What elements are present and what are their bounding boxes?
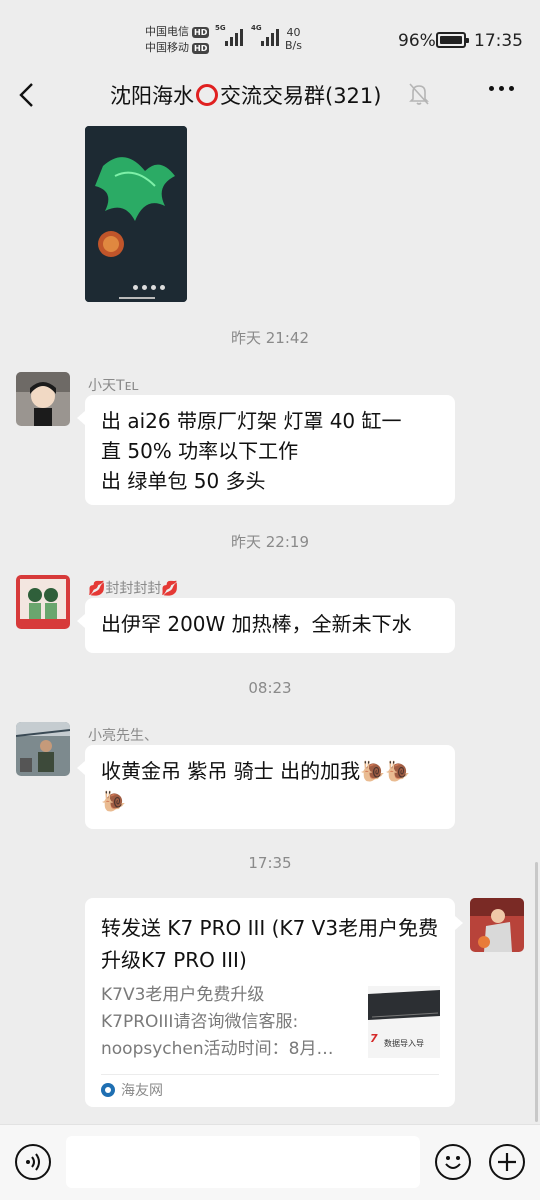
sender-name: 小亮先生、 (88, 728, 158, 744)
timestamp: 昨天 21:42 (231, 329, 309, 347)
red-circle-icon (196, 84, 218, 106)
network-speed: 40 B/s (285, 26, 302, 52)
battery-icon (436, 32, 469, 48)
carrier-2: 中国移动 (145, 41, 189, 54)
signal-4g-icon: 4G (251, 24, 279, 46)
card-title: 转发送 K7 PRO III (K7 V3老用户免费升级K7 PRO III) (101, 916, 439, 972)
message-input[interactable] (66, 1136, 420, 1188)
card-thumbnail: 7 数据导入导 (368, 986, 440, 1058)
back-arrow-icon[interactable] (16, 82, 40, 108)
voice-input-icon[interactable] (15, 1144, 51, 1180)
message-bubble[interactable]: 收黄金吊 紫吊 骑士 出的加我🐌🐌 🐌 (77, 745, 455, 829)
carrier-list: 中国电信 HD 中国移动 HD (145, 24, 210, 56)
card-thumbnail-brand: 7 (370, 1032, 378, 1045)
source-logo-icon (101, 1083, 115, 1097)
timestamp: 17:35 (248, 854, 292, 872)
divider (101, 1074, 439, 1075)
status-clock: 17:35 (474, 31, 523, 51)
chat-title: 沈阳海水 交流交易群(321) (110, 84, 382, 108)
card-description: K7V3老用户免费升级 K7PROIII请咨询微信客服: noopsychen活… (101, 985, 334, 1059)
sender-name: 💋封封封封💋 (88, 581, 179, 597)
video-message-thumbnail[interactable] (85, 126, 187, 302)
avatar[interactable] (16, 722, 70, 776)
bell-muted-icon (408, 82, 430, 106)
avatar[interactable] (16, 372, 70, 426)
avatar[interactable] (16, 575, 70, 629)
card-thumbnail-text: 数据导入导 (384, 1039, 424, 1048)
shared-link-card[interactable]: 转发送 K7 PRO III (K7 V3老用户免费升级K7 PRO III) … (85, 898, 463, 1107)
my-avatar[interactable] (470, 898, 524, 952)
card-source: 海友网 (101, 1080, 163, 1100)
chat-header: 沈阳海水 交流交易群(321) (0, 70, 540, 120)
scrollbar[interactable] (535, 862, 538, 1122)
timestamp: 08:23 (248, 679, 292, 697)
input-bar (0, 1124, 540, 1200)
battery-percentage: 96% (398, 31, 436, 51)
sender-name: 小天Tᴇʟ (88, 378, 139, 394)
more-options-icon[interactable] (489, 86, 514, 91)
status-bar: 中国电信 HD 中国移动 HD 5G 4G 40 B/s 96% 17:35 (0, 0, 540, 78)
carrier-1: 中国电信 (145, 25, 189, 38)
emoji-icon[interactable] (435, 1144, 471, 1180)
hd-badge: HD (192, 26, 210, 38)
timestamp: 昨天 22:19 (231, 533, 309, 551)
signal-5g-icon: 5G (215, 24, 243, 46)
message-bubble[interactable]: 出伊罕 200W 加热棒，全新未下水 (77, 598, 455, 653)
hd-badge: HD (192, 42, 210, 54)
signal-icons: 5G 4G (215, 24, 279, 46)
plus-icon[interactable] (489, 1144, 525, 1180)
message-bubble[interactable]: 出 ai26 带原厂灯架 灯罩 40 缸一 直 50% 功率以下工作 出 绿单包… (77, 395, 455, 505)
